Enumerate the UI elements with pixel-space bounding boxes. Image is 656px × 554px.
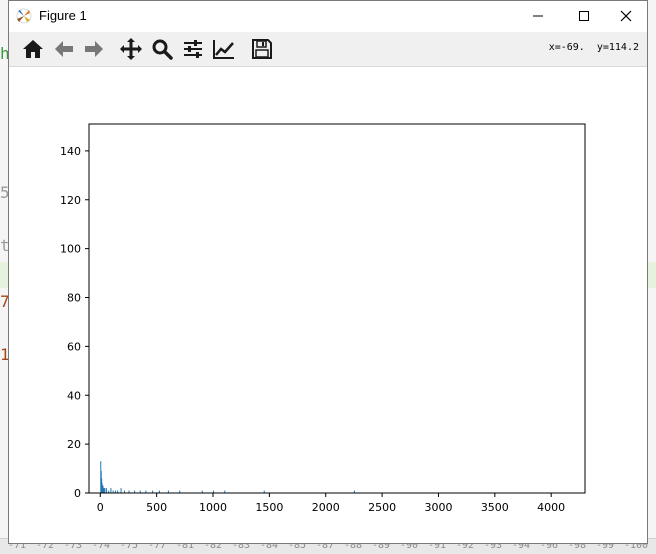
minimize-button[interactable] xyxy=(515,1,561,31)
title-bar: Figure 1 xyxy=(9,1,647,31)
cursor-coordinates: x=-69. y=114.2 xyxy=(548,42,639,53)
home-icon xyxy=(23,40,43,58)
close-button[interactable] xyxy=(603,1,649,31)
x-tick-label: 3000 xyxy=(424,501,452,514)
y-tick-label: 80 xyxy=(67,292,81,305)
back-button[interactable] xyxy=(51,36,77,62)
close-icon xyxy=(620,10,632,22)
x-tick-label: 4000 xyxy=(537,501,565,514)
back-arrow-icon xyxy=(55,41,73,57)
forward-arrow-icon xyxy=(85,41,103,57)
x-tick-label: 2500 xyxy=(368,501,396,514)
bar xyxy=(120,488,122,493)
x-tick-label: 1000 xyxy=(199,501,227,514)
edit-axis-button[interactable] xyxy=(211,36,237,62)
pan-move-icon xyxy=(120,38,142,60)
x-tick-label: 3500 xyxy=(481,501,509,514)
x-tick-label: 2000 xyxy=(312,501,340,514)
bar xyxy=(103,488,105,493)
matplotlib-app-icon xyxy=(16,8,32,24)
configure-subplots-button[interactable] xyxy=(180,36,206,62)
pan-button[interactable] xyxy=(118,36,144,62)
zoom-magnifier-icon xyxy=(152,39,173,60)
minimize-icon xyxy=(533,15,543,17)
y-tick-label: 120 xyxy=(60,194,81,207)
navigation-toolbar: x=-69. y=114.2 xyxy=(9,32,647,67)
window-title: Figure 1 xyxy=(39,8,87,23)
x-tick-label: 1500 xyxy=(255,501,283,514)
y-tick-label: 60 xyxy=(67,340,81,353)
figure-window: Figure 1 x=-69. y=114.2 0 500 1000 1500 … xyxy=(8,0,648,544)
subplots-sliders-icon xyxy=(184,40,202,58)
bar xyxy=(104,488,106,493)
bar xyxy=(110,488,112,493)
y-tick-label: 100 xyxy=(60,243,81,256)
y-tick-label: 0 xyxy=(74,487,81,500)
x-tick-label: 500 xyxy=(146,501,167,514)
home-button[interactable] xyxy=(20,36,46,62)
bar-chart: 0 500 1000 1500 2000 2500 3000 3500 4000 0 20 40 60 8… xyxy=(60,123,586,514)
figure-canvas: 0 500 1000 1500 2000 2500 3000 3500 4000 0 20 40 60 8… xyxy=(9,67,647,543)
maximize-icon xyxy=(579,11,589,21)
x-tick-label: 0 xyxy=(97,501,104,514)
y-tick-label: 20 xyxy=(67,438,81,451)
forward-button[interactable] xyxy=(81,36,107,62)
y-tick-label: 140 xyxy=(60,145,81,158)
axes-frame xyxy=(88,123,586,494)
edit-axis-line-icon xyxy=(213,40,234,59)
y-tick-label: 40 xyxy=(67,389,81,402)
zoom-button[interactable] xyxy=(149,36,175,62)
bar xyxy=(105,488,107,493)
maximize-button[interactable] xyxy=(561,1,607,31)
save-button[interactable] xyxy=(249,36,275,62)
save-floppy-icon xyxy=(252,39,272,59)
bar xyxy=(102,485,104,493)
